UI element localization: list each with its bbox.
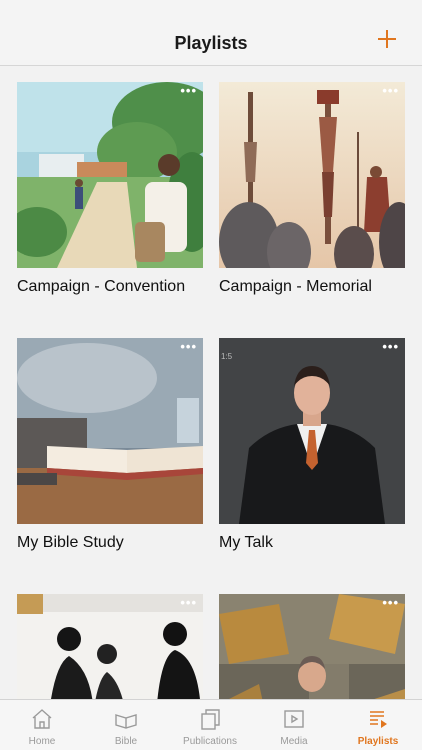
playlist-card-5[interactable]: ••• [17,594,203,699]
playlist-title: My Talk [219,534,273,551]
tab-bible[interactable]: Bible [84,700,168,750]
publications-icon [201,709,220,730]
tab-label: Home [28,736,56,747]
playlist-thumbnail[interactable]: ••• [17,338,203,524]
playlist-thumbnail[interactable]: ••• 1:5 [219,338,405,524]
tab-label: Publications [183,736,237,747]
tab-label: Playlists [357,736,399,747]
garden-illustration-image [17,82,203,268]
tab-label: Bible [114,736,138,747]
playlist-thumbnail[interactable]: ••• [17,82,203,268]
media-icon [284,710,304,728]
plus-icon[interactable] [374,26,400,52]
playlist-title: My Bible Study [17,534,124,551]
video-timestamp: 1:5 [221,352,233,361]
playlist-card-campaign-convention[interactable]: ••• Campaign - Convention [17,82,203,295]
playlist-grid[interactable]: ••• Campaign - Convention ••• Campaign -… [0,67,422,699]
tab-bar: Home Bible Publications Media Playlists [0,699,422,750]
navigation-bar: Playlists [0,0,422,66]
more-dots-icon[interactable]: ••• [175,340,197,353]
page-title: Playlists [174,33,248,53]
playlists-icon [370,711,387,728]
more-dots-icon[interactable]: ••• [175,84,197,97]
playlist-title: Campaign - Convention [17,278,186,295]
bible-icon [115,714,137,729]
playlist-card-6[interactable]: ••• [219,594,405,699]
more-dots-icon[interactable]: ••• [377,596,399,609]
tab-media[interactable]: Media [252,700,336,750]
more-dots-icon[interactable]: ••• [377,340,399,353]
speaker-video-image [219,338,405,524]
playlist-card-campaign-memorial[interactable]: ••• Campaign - Memorial [219,82,405,295]
playlist-title: Campaign - Memorial [219,278,372,295]
speaker-with-scrolls-image [219,594,405,699]
open-bible-image [17,338,203,524]
silhouette-study-image [17,594,203,699]
tab-playlists[interactable]: Playlists [336,700,420,750]
more-dots-icon[interactable]: ••• [175,596,197,609]
tab-publications[interactable]: Publications [168,700,252,750]
playlist-thumbnail[interactable]: ••• [219,594,405,699]
playlist-card-my-bible-study[interactable]: ••• My Bible Study [17,338,203,551]
playlist-thumbnail[interactable]: ••• [17,594,203,699]
more-dots-icon[interactable]: ••• [377,84,399,97]
home-icon [32,709,52,729]
crucifixion-illustration-image [219,82,405,268]
tab-label: Media [280,736,308,747]
tab-home[interactable]: Home [0,700,84,750]
playlist-card-my-talk[interactable]: ••• 1:5 My Talk [219,338,405,551]
playlist-thumbnail[interactable]: ••• [219,82,405,268]
